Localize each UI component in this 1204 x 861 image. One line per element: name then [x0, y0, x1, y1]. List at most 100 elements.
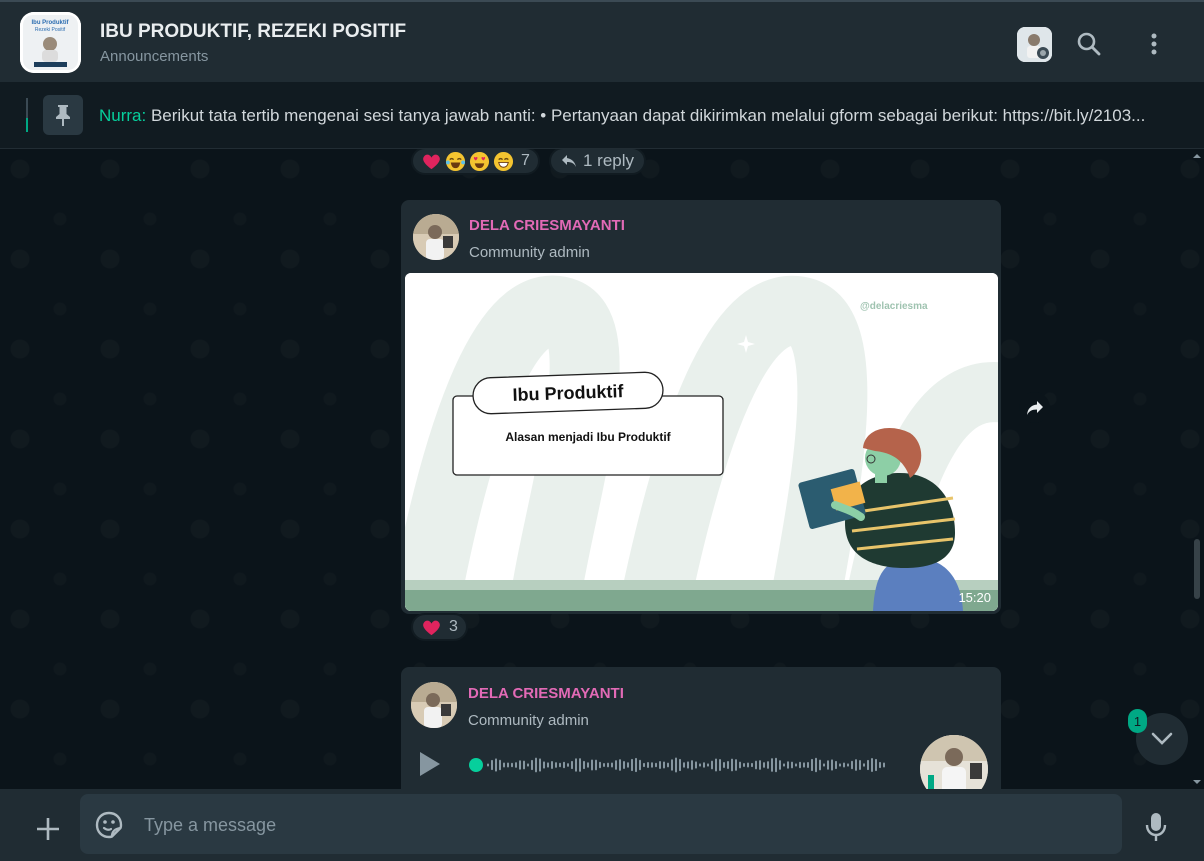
waveform-bar: [779, 760, 781, 770]
message-input-container[interactable]: [80, 794, 1122, 854]
waveform-bar: [567, 763, 569, 767]
waveform-bar: [527, 763, 529, 767]
group-title[interactable]: IBU PRODUKTIF, REZEKI POSITIF: [100, 21, 406, 43]
reaction-count: 7: [521, 152, 530, 169]
waveform-bar: [547, 762, 549, 768]
waveform-bar: [811, 758, 813, 772]
waveform-bar: [775, 757, 777, 773]
scrollbar-thumb[interactable]: [1194, 539, 1200, 599]
message-bubble[interactable]: DELA CRIESMAYANTI Community admin @delac…: [401, 200, 1001, 614]
waveform-bar: [543, 761, 545, 769]
waveform-bar: [815, 757, 817, 773]
search-button[interactable]: [1069, 24, 1109, 64]
waveform-bar: [523, 760, 525, 770]
waveform-bar: [879, 761, 881, 769]
chat-header[interactable]: Ibu Produktif Rezeki Positif IBU PRODUKT…: [0, 0, 1204, 82]
waveform-bar: [555, 762, 557, 768]
waveform-bar: [507, 762, 509, 768]
waveform-bar: [583, 760, 585, 770]
community-thumbnail[interactable]: [1017, 27, 1052, 62]
menu-button[interactable]: [1134, 24, 1174, 64]
sender-name[interactable]: DELA CRIESMAYANTI: [468, 685, 624, 702]
waveform-bar: [587, 762, 589, 768]
waveform-bar: [591, 759, 593, 771]
reaction-summary[interactable]: 7: [411, 149, 540, 175]
waveform-bar: [859, 759, 861, 771]
waveform-bar: [731, 758, 733, 772]
pinned-text: Nurra: Berikut tata tertib mengenai sesi…: [99, 106, 1184, 126]
waveform-bar: [767, 761, 769, 769]
waveform-bar: [495, 758, 497, 772]
slide-watermark: @delacriesma: [860, 301, 928, 312]
play-button[interactable]: [415, 749, 445, 779]
waveform-bar: [851, 760, 853, 770]
waveform-bar: [847, 763, 849, 767]
waveform-bar: [683, 762, 685, 768]
more-vertical-icon: [1151, 33, 1157, 55]
message-input[interactable]: [144, 812, 1104, 838]
waveform-bar: [623, 760, 625, 770]
waveform-bar: [675, 757, 677, 773]
waveform-bar: [787, 761, 789, 769]
waveform-bar: [707, 763, 709, 767]
forward-button[interactable]: [1019, 392, 1050, 423]
pinned-body: Berikut tata tertib mengenai sesi tanya …: [146, 106, 1146, 125]
waveform-bar: [807, 761, 809, 769]
waveform-bar: [831, 759, 833, 771]
waveform-bar: [559, 762, 561, 768]
sender-avatar[interactable]: [413, 214, 459, 260]
reply-thread-button[interactable]: 1 reply: [549, 149, 647, 175]
waveform-bar: [875, 758, 877, 772]
waveform-bar: [699, 763, 701, 767]
waveform-bar: [691, 760, 693, 770]
waveform-bar: [867, 759, 869, 771]
voice-message-bubble[interactable]: DELA CRIESMAYANTI Community admin: [401, 667, 1001, 789]
waveform-bar: [603, 763, 605, 767]
voice-waveform-slider[interactable]: [467, 755, 887, 775]
waveform-bar: [619, 759, 621, 771]
svg-text:Rezeki Positif: Rezeki Positif: [35, 27, 66, 33]
waveform-bar: [575, 758, 577, 772]
waveform-bar: [803, 762, 805, 768]
waveform-bar: [711, 760, 713, 770]
pin-icon: [56, 105, 70, 126]
scroll-down-arrow-icon: [1193, 780, 1201, 784]
reply-arrow-icon: [562, 155, 576, 167]
pin-icon-box[interactable]: [43, 95, 83, 135]
waveform-bar: [747, 762, 749, 768]
waveform-bar: [511, 762, 513, 768]
sender-name[interactable]: DELA CRIESMAYANTI: [469, 217, 625, 234]
waveform-bar: [539, 758, 541, 772]
pin-indicator-active: [26, 118, 28, 132]
reaction-summary[interactable]: 3: [411, 613, 468, 641]
laughing-tears-emoji-icon: [445, 151, 466, 171]
waveform-bar: [531, 759, 533, 771]
waveform-bar: [491, 759, 493, 771]
waveform-bar: [835, 760, 837, 770]
sender-role: Community admin: [469, 244, 590, 261]
waveform-bar: [671, 759, 673, 771]
voice-record-button[interactable]: [1138, 809, 1174, 845]
waveform-progress-handle[interactable]: [469, 758, 483, 772]
slide-heading: Ibu Produktif: [512, 381, 625, 405]
waveform-bar: [855, 759, 857, 771]
reaction-count: 3: [449, 618, 458, 635]
svg-text:Ibu Produktif: Ibu Produktif: [32, 20, 70, 26]
waveform-bar: [739, 761, 741, 769]
waveform-bar: [719, 758, 721, 772]
waveform-bar: [487, 763, 489, 767]
plus-icon: [37, 818, 59, 840]
sticker-button[interactable]: [94, 810, 124, 840]
grinning-emoji-icon: [493, 151, 514, 171]
attach-button[interactable]: [30, 811, 66, 847]
image-attachment[interactable]: @delacriesma Ibu Produktif Alasan menjad…: [405, 273, 998, 611]
message-list[interactable]: 7 1 reply DELA CRIESMAYANTI Community ad…: [0, 149, 1204, 789]
sticker-icon: [95, 811, 123, 839]
chat-scrollbar[interactable]: [1190, 149, 1204, 789]
waveform-bar: [751, 762, 753, 768]
group-avatar[interactable]: Ibu Produktif Rezeki Positif: [20, 12, 81, 73]
pinned-message-bar[interactable]: Nurra: Berikut tata tertib mengenai sesi…: [0, 82, 1204, 149]
waveform-bar: [871, 757, 873, 773]
waveform-bar: [631, 758, 633, 772]
sender-avatar[interactable]: [411, 682, 457, 728]
